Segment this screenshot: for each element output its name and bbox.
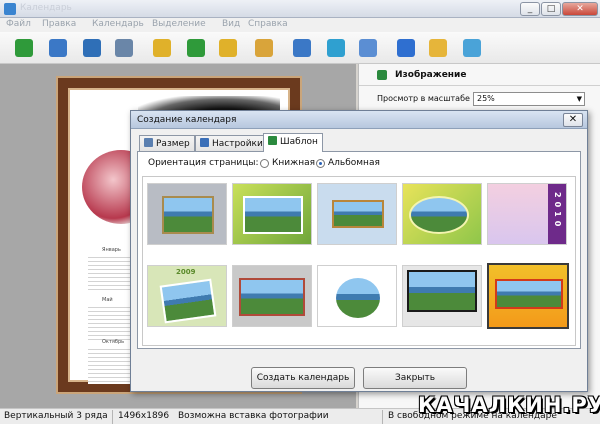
template-thumbnail[interactable] — [147, 183, 227, 245]
create-calendar-button[interactable]: Создать календарь — [251, 367, 355, 389]
zoom-select[interactable]: 25% ▼ — [473, 92, 585, 106]
panel-title: Изображение — [395, 70, 467, 80]
radio-landscape[interactable] — [316, 159, 325, 168]
dialog-close-button[interactable]: ✕ — [563, 113, 583, 127]
text-icon — [187, 39, 205, 57]
template-thumbnail[interactable] — [402, 265, 482, 327]
menu-file[interactable]: Файл — [6, 19, 31, 29]
tab-label: Настройки — [212, 139, 263, 149]
mini-calendar-month: Январь — [88, 247, 136, 292]
template-thumbnail[interactable] — [232, 265, 312, 327]
month-label: Октябрь — [102, 339, 125, 345]
template-tab-panel: Ориентация страницы: Книжная Альбомная 2… — [137, 151, 581, 349]
menu-bar: Файл Правка Календарь Выделение Вид Спра… — [0, 18, 600, 32]
toolbar — [0, 32, 600, 64]
toolbar-button[interactable] — [80, 36, 104, 60]
status-divider — [382, 410, 383, 424]
tab-label: Шаблон — [280, 137, 318, 147]
toolbar-button[interactable] — [356, 36, 380, 60]
add-folder-icon — [153, 39, 171, 57]
month-label: Май — [102, 297, 113, 303]
tab-size[interactable]: Размер — [139, 135, 195, 151]
menu-calendar[interactable]: Календарь — [92, 19, 144, 29]
template-year: 2010 — [553, 192, 562, 231]
grid-icon — [144, 138, 153, 147]
tab-template[interactable]: Шаблон — [263, 133, 323, 152]
tab-label: Размер — [156, 139, 190, 149]
edit-text-icon — [219, 39, 237, 57]
image-icon — [377, 70, 387, 80]
mini-calendar-month: Октябрь — [88, 339, 136, 384]
picture-icon — [255, 39, 273, 57]
month-label: Январь — [102, 247, 121, 253]
template-thumbnail[interactable] — [232, 183, 312, 245]
toolbar-button[interactable] — [252, 36, 276, 60]
zoom-value: 25% — [477, 94, 495, 103]
help-icon — [397, 39, 415, 57]
box-icon — [463, 39, 481, 57]
close-dialog-button[interactable]: Закрыть — [363, 367, 467, 389]
status-divider — [112, 410, 113, 424]
move-icon — [327, 39, 345, 57]
panel-header: Изображение — [359, 64, 600, 86]
toolbar-button[interactable] — [394, 36, 418, 60]
dialog-title: Создание календаря — [137, 115, 237, 125]
template-gallery: 2010 2009 — [142, 176, 576, 346]
menu-view[interactable]: Вид — [222, 19, 240, 29]
pencil-icon — [200, 138, 209, 147]
portrait-label[interactable]: Книжная — [272, 158, 315, 168]
zoom-icon — [359, 39, 377, 57]
image-lbp-icon — [49, 39, 67, 57]
toolbar-button[interactable] — [184, 36, 208, 60]
template-thumbnail[interactable]: 2009 — [147, 265, 227, 327]
template-thumbnail[interactable]: 2010 — [487, 183, 567, 245]
app-icon — [4, 3, 16, 15]
close-button[interactable]: ✕ — [562, 2, 598, 16]
landscape-label[interactable]: Альбомная — [328, 158, 380, 168]
dialog-titlebar: Создание календаря ✕ — [131, 111, 587, 129]
toolbar-button[interactable] — [46, 36, 70, 60]
toolbar-button[interactable] — [460, 36, 484, 60]
status-note: Возможна вставка фотографии — [178, 411, 329, 421]
template-year: 2009 — [176, 268, 196, 276]
toolbar-button[interactable] — [12, 36, 36, 60]
add-page-icon — [15, 39, 33, 57]
status-layout: Вертикальный 3 ряда — [4, 411, 108, 421]
menu-selection[interactable]: Выделение — [152, 19, 206, 29]
mini-calendar-month: Май — [88, 297, 136, 342]
template-thumbnail[interactable] — [402, 183, 482, 245]
tab-settings[interactable]: Настройки — [195, 135, 268, 151]
toolbar-button[interactable] — [112, 36, 136, 60]
toolbar-button[interactable] — [426, 36, 450, 60]
grid-icon — [293, 39, 311, 57]
template-thumbnail[interactable] — [317, 265, 397, 327]
chevron-down-icon: ▼ — [576, 95, 582, 103]
orientation-label: Ориентация страницы: — [148, 158, 259, 168]
zoom-label: Просмотр в масштабе — [377, 94, 470, 103]
window-titlebar: Календарь _ □ ✕ — [0, 0, 600, 18]
create-calendar-dialog: Создание календаря ✕ Размер Настройки Ша… — [130, 110, 588, 392]
minimize-button[interactable]: _ — [520, 2, 540, 16]
status-size: 1496x1896 — [118, 411, 170, 421]
lock-icon — [429, 39, 447, 57]
radio-portrait[interactable] — [260, 159, 269, 168]
toolbar-button[interactable] — [324, 36, 348, 60]
watermark-text: КАЧАЛКИН.РУ — [418, 393, 600, 417]
toolbar-button[interactable] — [150, 36, 174, 60]
maximize-button[interactable]: □ — [541, 2, 561, 16]
menu-edit[interactable]: Правка — [42, 19, 76, 29]
toolbar-button[interactable] — [290, 36, 314, 60]
window-title: Календарь — [20, 3, 72, 13]
menu-help[interactable]: Справка — [248, 19, 288, 29]
template-thumbnail-selected[interactable] — [487, 263, 569, 329]
print-icon — [115, 39, 133, 57]
template-thumbnail[interactable] — [317, 183, 397, 245]
save-icon — [83, 39, 101, 57]
toolbar-button[interactable] — [216, 36, 240, 60]
image-icon — [268, 136, 277, 145]
